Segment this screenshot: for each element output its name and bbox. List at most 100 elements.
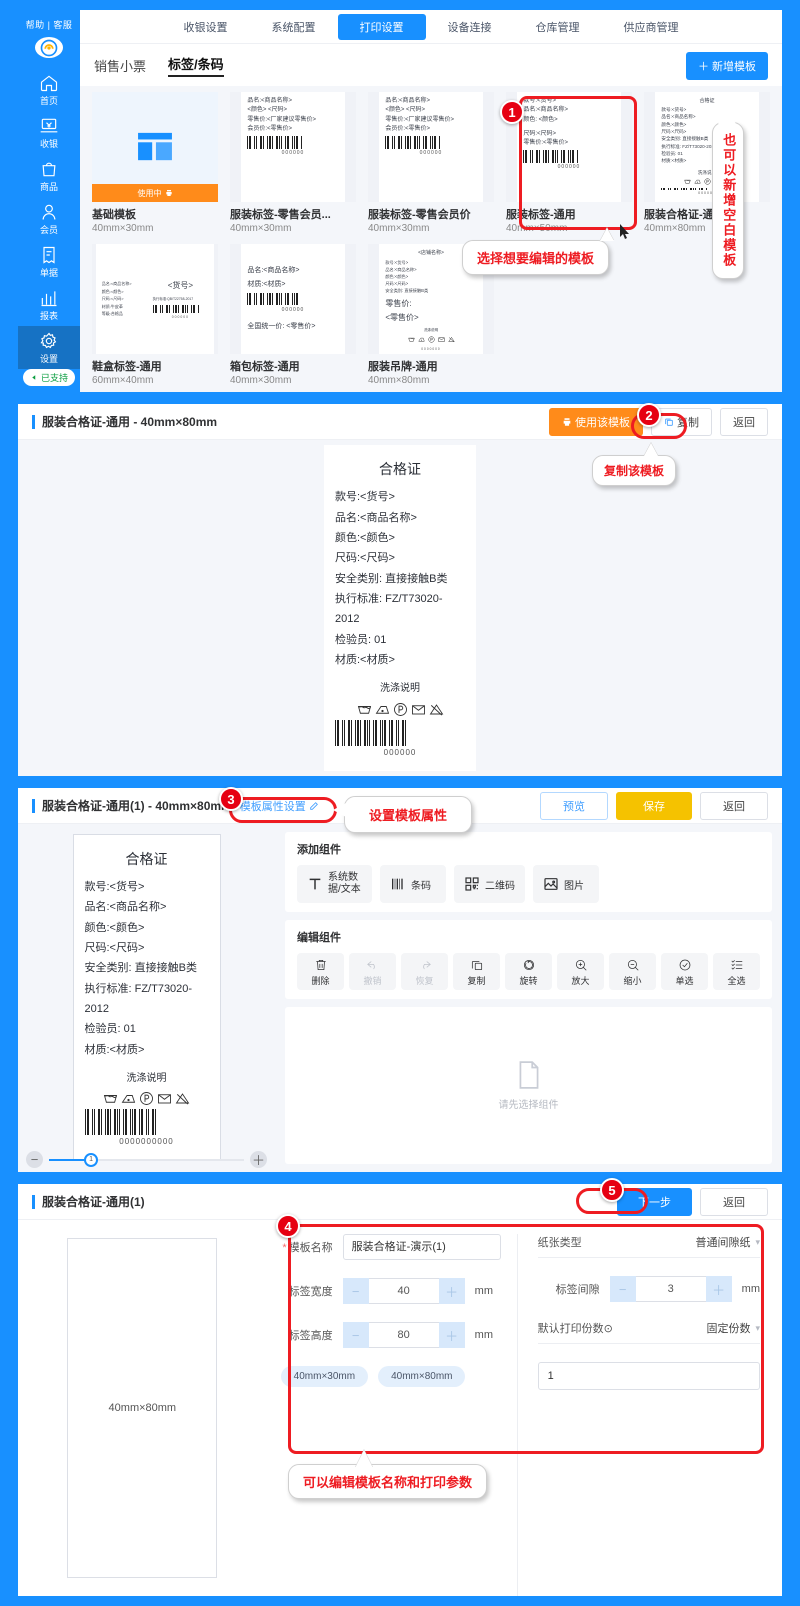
zoom-out-component-button[interactable]: 缩小 xyxy=(609,953,656,990)
label-line[interactable]: 材质:<材质> xyxy=(85,1040,209,1060)
add-components-row: 系统数据/文本 条码 二维码 图片 xyxy=(297,865,760,903)
decrement-button[interactable]: − xyxy=(609,1276,636,1302)
add-image-component-button[interactable]: 图片 xyxy=(533,865,599,903)
rotate-component-button[interactable]: 旋转 xyxy=(505,953,552,990)
template-card[interactable]: 品名:<商品名称> <颜色> <尺码> 零售价:<厂家建议零售价> 会员价:<零… xyxy=(230,92,356,234)
redo-button[interactable]: 恢复 xyxy=(401,953,448,990)
tab-device-connection[interactable]: 设备连接 xyxy=(426,14,514,40)
sidebar-help-link[interactable]: 帮助 | 客服 xyxy=(26,18,73,31)
paper-preview-area: 40mm×80mm xyxy=(18,1220,267,1596)
label-line[interactable]: 检验员: 01 xyxy=(85,1019,209,1039)
back-button[interactable]: 返回 xyxy=(700,1187,768,1216)
default-copies-row[interactable]: 默认打印份数⊙ 固定份数 ▾ xyxy=(537,1320,760,1344)
template-size: 40mm×30mm xyxy=(368,223,430,234)
template-attributes-label: 模板属性设置 xyxy=(239,800,306,813)
label-height-stepper[interactable]: − 80 ＋ xyxy=(342,1322,465,1348)
add-qrcode-component-button[interactable]: 二维码 xyxy=(454,865,525,903)
sidebar-item-settings[interactable]: 设置 xyxy=(18,326,80,369)
label-title[interactable]: 合格证 xyxy=(85,847,209,873)
template-card[interactable]: 品名:<商品名称> <颜色> <尺码> 零售价:<厂家建议零售价> 会员价:<零… xyxy=(368,92,494,234)
label-gap-value[interactable]: 3 xyxy=(635,1276,706,1302)
label-width-value[interactable]: 40 xyxy=(368,1278,439,1304)
question-circle-icon[interactable]: ⊙ xyxy=(604,1323,613,1335)
increment-button[interactable]: ＋ xyxy=(705,1276,732,1302)
back-button[interactable]: 返回 xyxy=(720,407,768,436)
support-badge[interactable]: 已支持 xyxy=(22,369,75,386)
editor-canvas[interactable]: 合格证 款号:<货号> 品名:<商品名称> 颜色:<颜色> 尺码:<尺码> 安全… xyxy=(18,824,275,1172)
paper-type-row[interactable]: 纸张类型 普通间隙纸 ▾ xyxy=(537,1234,760,1258)
label-gap-stepper[interactable]: − 3 ＋ xyxy=(609,1276,732,1302)
copy-component-button[interactable]: 复制 xyxy=(453,953,500,990)
label-line[interactable]: 执行标准: FZ/T73020-2012 xyxy=(85,979,209,1020)
sidebar-item-home[interactable]: 首页 xyxy=(18,68,80,111)
template-properties-panel: 服装合格证-通用(1) 下一步 返回 40mm×80mm * 模板名称 服装合格证… xyxy=(18,1184,782,1596)
size-preset-chip[interactable]: 40mm×30mm xyxy=(280,1366,369,1387)
preview-button[interactable]: 预览 xyxy=(540,791,608,820)
zoom-slider[interactable]: 1 xyxy=(49,1152,244,1167)
copies-mode-value-wrap[interactable]: 固定份数 ▾ xyxy=(706,1320,760,1336)
tab-system-config[interactable]: 系统配置 xyxy=(250,14,338,40)
sidebar-item-goods[interactable]: 商品 xyxy=(18,154,80,197)
decrement-button[interactable]: − xyxy=(342,1322,369,1348)
label-line[interactable]: 款号:<货号> xyxy=(85,877,209,897)
sidebar-item-reports[interactable]: 报表 xyxy=(18,283,80,326)
decrement-button[interactable]: − xyxy=(342,1278,369,1304)
tab-supplier[interactable]: 供应商管理 xyxy=(602,14,701,40)
empty-state-text: 请先选择组件 xyxy=(498,1100,559,1111)
template-card[interactable]: 品名:<商品名称> 材质:<材质> 000000 全国统一价: <零售价> 箱包… xyxy=(230,244,356,386)
label-canvas[interactable]: 合格证 款号:<货号> 品名:<商品名称> 颜色:<颜色> 尺码:<尺码> 安全… xyxy=(72,834,221,1162)
template-card[interactable]: 使用中 基础模板 40mm×30mm xyxy=(92,92,218,234)
select-all-button[interactable]: 全选 xyxy=(713,953,760,990)
undo-button[interactable]: 撤销 xyxy=(349,953,396,990)
next-step-button[interactable]: 下一步 xyxy=(617,1187,692,1216)
label-line: 等级:合格品 xyxy=(101,311,123,317)
back-button[interactable]: 返回 xyxy=(700,791,768,820)
template-card[interactable]: 款号:<货号> 品名:<商品名称> 颜色: <颜色> 尺码:<尺码> 零售价:<… xyxy=(506,92,632,234)
label-line[interactable]: 尺码:<尺码> xyxy=(85,938,209,958)
tab-cashier-settings[interactable]: 收银设置 xyxy=(162,14,250,40)
zoom-in-button[interactable]: ＋ xyxy=(250,1151,267,1168)
add-components-title: 添加组件 xyxy=(297,844,341,856)
wash-title[interactable]: 洗涤说明 xyxy=(85,1070,209,1089)
app-logo-icon xyxy=(35,37,63,58)
zoom-bar[interactable]: − 1 ＋ xyxy=(18,1151,275,1168)
barcode-icon[interactable] xyxy=(84,1109,209,1136)
increment-button[interactable]: ＋ xyxy=(438,1322,465,1348)
label-width-stepper[interactable]: − 40 ＋ xyxy=(342,1278,465,1304)
sidebar-item-member[interactable]: 会员 xyxy=(18,197,80,240)
template-attributes-link[interactable]: 模板属性设置 xyxy=(240,798,319,814)
single-select-button[interactable]: 单选 xyxy=(661,953,708,990)
template-card-selected[interactable]: 合格证 款号:<货号> 品名:<商品名称> 颜色:<颜色> 尺码:<尺码> 安全… xyxy=(644,92,770,234)
label-line[interactable]: 颜色:<颜色> xyxy=(85,918,209,938)
copy-template-label: 复制 xyxy=(677,416,699,429)
subtab-sales-receipt[interactable]: 销售小票 xyxy=(94,56,146,75)
add-template-button[interactable]: ＋ 新增模板 xyxy=(685,52,768,80)
panel3-body: 合格证 款号:<货号> 品名:<商品名称> 颜色:<颜色> 尺码:<尺码> 安全… xyxy=(18,824,782,1172)
zoom-in-component-button[interactable]: 放大 xyxy=(557,953,604,990)
delete-component-button[interactable]: 删除 xyxy=(297,953,344,990)
save-button[interactable]: 保存 xyxy=(616,791,692,820)
zoom-slider-handle[interactable]: 1 xyxy=(84,1152,99,1167)
label-line: 尺码:<尺码> xyxy=(385,280,409,286)
subtab-label-barcode[interactable]: 标签/条码 xyxy=(168,54,224,77)
template-name-input[interactable]: 服装合格证-演示(1) xyxy=(342,1234,501,1260)
copies-count-input[interactable]: 1 xyxy=(537,1362,760,1390)
top-nav-tabs: 收银设置 系统配置 打印设置 设备连接 仓库管理 供应商管理 xyxy=(80,10,782,44)
use-template-button[interactable]: 使用该模板 xyxy=(549,407,643,436)
template-card[interactable]: 品名:<商品名称> 颜色:<颜色> 尺码:<尺码> 材质:牛皮革 等级:合格品 … xyxy=(92,244,218,386)
label-line[interactable]: 品名:<商品名称> xyxy=(85,897,209,917)
tab-warehouse[interactable]: 仓库管理 xyxy=(514,14,602,40)
paper-type-value-wrap[interactable]: 普通间隙纸 ▾ xyxy=(695,1234,760,1250)
add-barcode-component-button[interactable]: 条码 xyxy=(380,865,446,903)
sidebar-item-cashier[interactable]: 收银 xyxy=(18,111,80,154)
edit-button-label: 放大 xyxy=(571,976,590,986)
add-text-component-button[interactable]: 系统数据/文本 xyxy=(297,865,372,903)
increment-button[interactable]: ＋ xyxy=(438,1278,465,1304)
tab-print-settings[interactable]: 打印设置 xyxy=(337,13,426,40)
size-preset-chip[interactable]: 40mm×80mm xyxy=(378,1366,466,1387)
zoom-out-button[interactable]: − xyxy=(26,1151,43,1168)
wash-symbols[interactable] xyxy=(85,1091,209,1106)
sidebar-item-orders[interactable]: 单据 xyxy=(18,240,80,283)
label-height-value[interactable]: 80 xyxy=(368,1322,439,1348)
label-line[interactable]: 安全类别: 直接接触B类 xyxy=(85,958,209,978)
